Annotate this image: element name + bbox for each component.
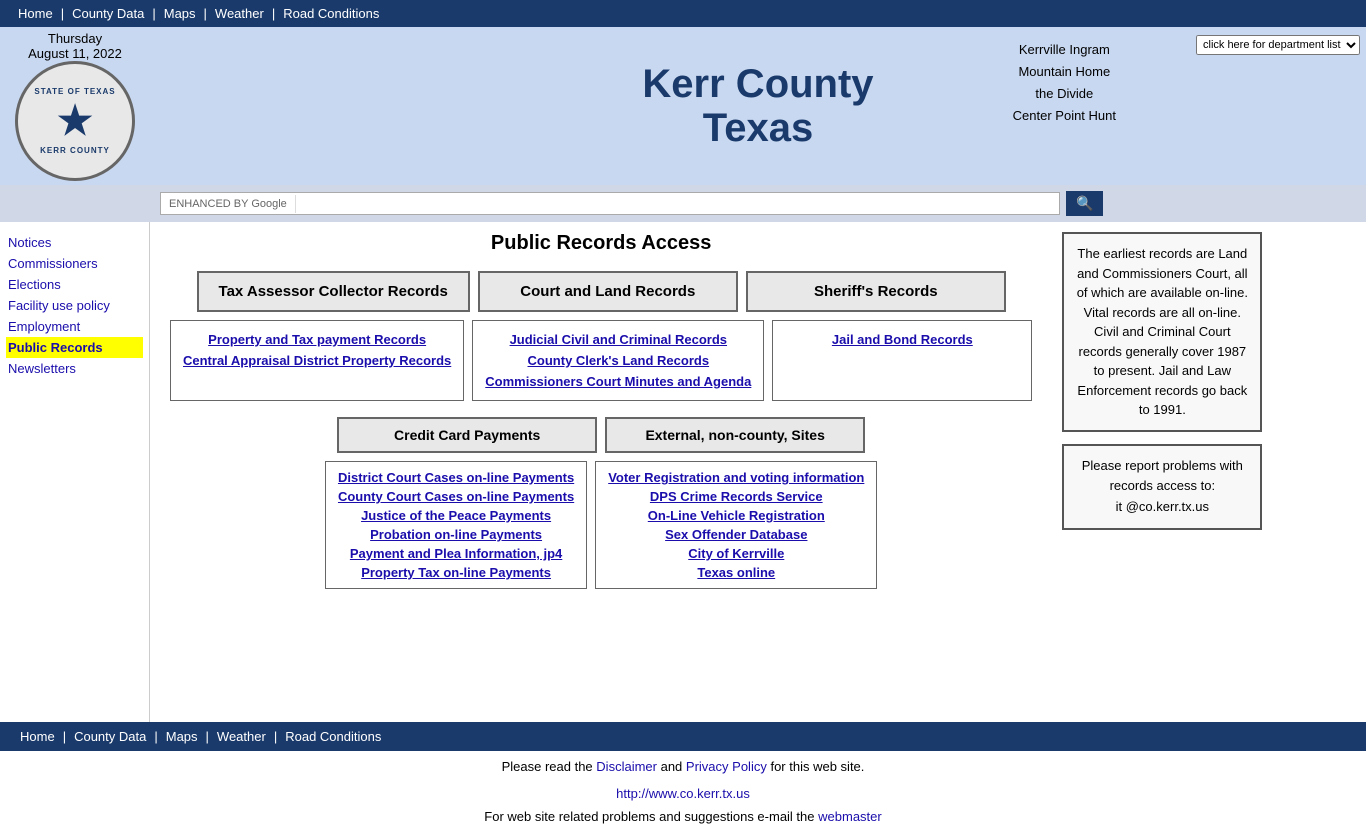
external-sites-box[interactable]: External, non-county, Sites bbox=[605, 417, 865, 453]
footer-nav: Home | County Data | Maps | Weather | Ro… bbox=[0, 722, 1366, 751]
footer-road-conditions[interactable]: Road Conditions bbox=[277, 727, 389, 746]
sidebar: Notices Commissioners Elections Facility… bbox=[0, 222, 150, 722]
district-court-payments-link[interactable]: District Court Cases on-line Payments bbox=[338, 468, 574, 487]
county-seal: STATE OF TEXAS ★ KERR COUNTY bbox=[15, 61, 135, 181]
voter-registration-link[interactable]: Voter Registration and voting informatio… bbox=[608, 468, 864, 487]
right-panel: The earliest records are Land and Commis… bbox=[1052, 222, 1272, 722]
cities-block: Kerrville Ingram Mountain Home the Divid… bbox=[1013, 39, 1116, 127]
content-area: Public Records Access Tax Assessor Colle… bbox=[150, 222, 1052, 722]
county-clerk-link[interactable]: County Clerk's Land Records bbox=[485, 350, 751, 371]
county-url-link[interactable]: http://www.co.kerr.tx.us bbox=[616, 786, 750, 801]
sidebar-item-notices[interactable]: Notices bbox=[6, 232, 143, 253]
page-title: Public Records Access bbox=[170, 232, 1032, 255]
footer-weather[interactable]: Weather bbox=[209, 727, 274, 746]
credit-card-box[interactable]: Credit Card Payments bbox=[337, 417, 597, 453]
judicial-civil-link[interactable]: Judicial Civil and Criminal Records bbox=[485, 329, 751, 350]
header: Thursday August 11, 2022 STATE OF TEXAS … bbox=[0, 27, 1366, 185]
payment-header-row: Credit Card Payments External, non-count… bbox=[170, 417, 1032, 453]
record-boxes-top: Tax Assessor Collector Records Court and… bbox=[170, 271, 1032, 312]
vehicle-registration-link[interactable]: On-Line Vehicle Registration bbox=[608, 506, 864, 525]
disclaimer-link[interactable]: Disclaimer bbox=[596, 759, 657, 774]
search-enhanced-label: ENHANCED BY Google bbox=[161, 195, 296, 213]
webmaster-pre: For web site related problems and sugges… bbox=[484, 809, 814, 824]
property-tax-link[interactable]: Property and Tax payment Records bbox=[183, 329, 451, 350]
for-text: for this web site. bbox=[770, 759, 864, 774]
sheriff-sub-col: Jail and Bond Records bbox=[772, 320, 1032, 401]
central-appraisal-link[interactable]: Central Appraisal District Property Reco… bbox=[183, 350, 451, 371]
nav-home[interactable]: Home bbox=[10, 4, 61, 23]
property-tax-online-link[interactable]: Property Tax on-line Payments bbox=[338, 563, 574, 582]
report-box: Please report problems with records acce… bbox=[1062, 444, 1262, 530]
sidebar-item-newsletters[interactable]: Newsletters bbox=[6, 358, 143, 379]
dps-crime-link[interactable]: DPS Crime Records Service bbox=[608, 487, 864, 506]
probation-payments-link[interactable]: Probation on-line Payments bbox=[338, 525, 574, 544]
footer-maps[interactable]: Maps bbox=[158, 727, 206, 746]
nav-maps[interactable]: Maps bbox=[156, 4, 204, 23]
search-input[interactable] bbox=[296, 193, 1059, 214]
justice-peace-payments-link[interactable]: Justice of the Peace Payments bbox=[338, 506, 574, 525]
texas-online-link[interactable]: Texas online bbox=[608, 563, 864, 582]
header-logo-area: Thursday August 11, 2022 STATE OF TEXAS … bbox=[0, 27, 150, 185]
dept-select[interactable]: click here for department list bbox=[1196, 35, 1360, 55]
sex-offender-link[interactable]: Sex Offender Database bbox=[608, 525, 864, 544]
search-button[interactable]: 🔍 bbox=[1066, 191, 1103, 216]
county-name-line1: Kerr County bbox=[642, 62, 873, 106]
sheriff-box[interactable]: Sheriff's Records bbox=[746, 271, 1006, 312]
court-sub-col: Judicial Civil and Criminal Records Coun… bbox=[472, 320, 764, 401]
webmaster-link[interactable]: webmaster bbox=[818, 809, 882, 824]
content-with-right: Public Records Access Tax Assessor Colle… bbox=[150, 222, 1272, 722]
report-email: it @co.kerr.tx.us bbox=[1116, 499, 1209, 514]
record-sub-row: Property and Tax payment Records Central… bbox=[170, 320, 1032, 401]
city-4: Center Point Hunt bbox=[1013, 105, 1116, 127]
sidebar-item-elections[interactable]: Elections bbox=[6, 274, 143, 295]
info-box: The earliest records are Land and Commis… bbox=[1062, 232, 1262, 432]
date-line1: Thursday bbox=[48, 31, 102, 46]
report-text: Please report problems with records acce… bbox=[1082, 458, 1243, 494]
footer-bottom: Please read the Disclaimer and Privacy P… bbox=[0, 751, 1366, 782]
main-content: Notices Commissioners Elections Facility… bbox=[0, 222, 1366, 722]
footer-url: http://www.co.kerr.tx.us bbox=[0, 782, 1366, 805]
city-kerrville-link[interactable]: City of Kerrville bbox=[608, 544, 864, 563]
search-bar: ENHANCED BY Google 🔍 bbox=[0, 185, 1366, 222]
and-text: and bbox=[661, 759, 683, 774]
star-icon: ★ bbox=[34, 98, 115, 144]
credit-card-links-col: District Court Cases on-line Payments Co… bbox=[325, 461, 587, 589]
commissioners-court-link[interactable]: Commissioners Court Minutes and Agenda bbox=[485, 371, 751, 392]
date-line2: August 11, 2022 bbox=[28, 46, 122, 61]
dept-dropdown-block[interactable]: click here for department list bbox=[1196, 35, 1360, 55]
tax-sub-col: Property and Tax payment Records Central… bbox=[170, 320, 464, 401]
footer-webmaster: For web site related problems and sugges… bbox=[0, 805, 1366, 836]
nav-road-conditions[interactable]: Road Conditions bbox=[275, 4, 387, 23]
payment-plea-link[interactable]: Payment and Plea Information, jp4 bbox=[338, 544, 574, 563]
city-1: Kerrville Ingram bbox=[1013, 39, 1116, 61]
sidebar-item-commissioners[interactable]: Commissioners bbox=[6, 253, 143, 274]
disclaimer-pre: Please read the bbox=[502, 759, 593, 774]
county-title-block: Kerr County Texas bbox=[150, 27, 1366, 185]
top-nav: Home | County Data | Maps | Weather | Ro… bbox=[0, 0, 1366, 27]
payment-links-row: District Court Cases on-line Payments Co… bbox=[170, 461, 1032, 589]
external-links-col: Voter Registration and voting informatio… bbox=[595, 461, 877, 589]
court-land-box[interactable]: Court and Land Records bbox=[478, 271, 738, 312]
tax-assessor-box[interactable]: Tax Assessor Collector Records bbox=[197, 271, 470, 312]
nav-county-data[interactable]: County Data bbox=[64, 4, 152, 23]
sidebar-item-facility[interactable]: Facility use policy bbox=[6, 295, 143, 316]
city-2: Mountain Home bbox=[1013, 61, 1116, 83]
nav-weather[interactable]: Weather bbox=[207, 4, 272, 23]
city-3: the Divide bbox=[1013, 83, 1116, 105]
search-bar-inner: ENHANCED BY Google bbox=[160, 192, 1060, 215]
jail-bond-link[interactable]: Jail and Bond Records bbox=[785, 329, 1019, 350]
privacy-link[interactable]: Privacy Policy bbox=[686, 759, 767, 774]
footer-home[interactable]: Home bbox=[12, 727, 63, 746]
county-name-line2: Texas bbox=[703, 106, 813, 150]
footer-county-data[interactable]: County Data bbox=[66, 727, 154, 746]
sidebar-item-public-records[interactable]: Public Records bbox=[6, 337, 143, 358]
sidebar-item-employment[interactable]: Employment bbox=[6, 316, 143, 337]
county-court-payments-link[interactable]: County Court Cases on-line Payments bbox=[338, 487, 574, 506]
